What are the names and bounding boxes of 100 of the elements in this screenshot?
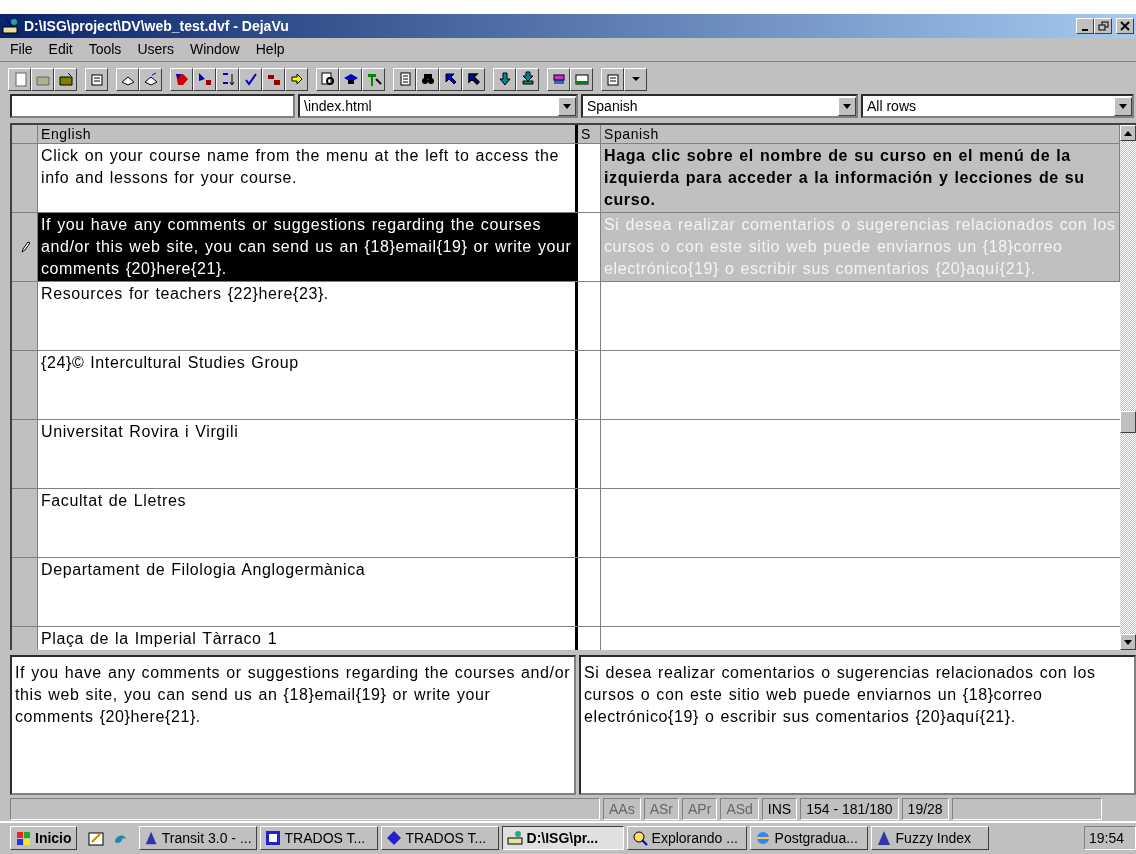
toolbar-button[interactable] <box>547 67 570 91</box>
toolbar-button[interactable] <box>170 67 193 91</box>
toolbar-button[interactable] <box>570 67 593 91</box>
menu-item[interactable]: Edit <box>40 39 81 60</box>
scroll-down-arrow-icon[interactable] <box>1124 639 1132 645</box>
toolbar-button[interactable] <box>239 67 262 91</box>
pyramid-icon <box>143 830 158 846</box>
arrow-up-left-icon <box>442 71 459 87</box>
toolbar-button[interactable] <box>262 67 285 91</box>
dropdown-arrow-icon[interactable] <box>1119 103 1127 109</box>
source-cell[interactable]: Resources for teachers {22}here{23}. <box>38 282 578 350</box>
close-button[interactable] <box>1116 18 1134 34</box>
restore-icon <box>1097 21 1109 31</box>
menu-item[interactable]: File <box>2 39 41 60</box>
windows-logo-icon <box>15 831 31 845</box>
toolbar-button[interactable] <box>462 67 485 91</box>
toolbar-button[interactable] <box>624 67 647 91</box>
diamond-icon <box>385 830 402 846</box>
source-cell[interactable]: Facultat de Lletres <box>38 489 578 557</box>
toolbar-button[interactable] <box>601 67 624 91</box>
restore-button[interactable] <box>1094 18 1112 34</box>
taskbar-button[interactable]: Explorando ... <box>626 826 747 850</box>
taskbar-button[interactable]: Transit 3.0 - ... <box>138 826 257 850</box>
toolbar-button[interactable] <box>139 67 162 91</box>
taskbar-button[interactable]: D:\ISG\pr... <box>501 826 624 850</box>
toolbar-button[interactable] <box>116 67 139 91</box>
folder-icon <box>57 71 74 87</box>
toolbar-button[interactable] <box>516 67 539 91</box>
arrow-down-icon <box>519 71 536 87</box>
column-header[interactable]: S <box>578 125 601 143</box>
target-cell[interactable]: Haga clic sobre el nombre de su curso en el menú de la izquierda para acceder a la información y lecciones de su curso. <box>601 144 1120 212</box>
arrow-down-icon <box>496 71 513 87</box>
taskbar-button[interactable]: Fuzzy Index <box>870 826 989 850</box>
pyramid-icon <box>875 830 892 846</box>
dropdown-arrow-icon[interactable] <box>563 103 571 109</box>
start-button[interactable]: Inicio <box>10 826 77 850</box>
scrollbar-thumb[interactable] <box>1120 411 1136 433</box>
menu-item[interactable]: Window <box>181 39 248 60</box>
app-icon <box>2 18 20 34</box>
graduation-cap-icon <box>342 71 359 87</box>
menu-item[interactable]: Help <box>247 39 293 60</box>
toolbar-button[interactable] <box>193 67 216 91</box>
toolbar-button[interactable] <box>362 67 385 91</box>
properties-icon <box>604 71 621 87</box>
status-panel: 154 - 181/180 <box>800 798 899 820</box>
globe-icon <box>754 830 771 846</box>
shapes-icon <box>196 71 213 87</box>
scroll-up-arrow-icon[interactable] <box>1124 130 1132 136</box>
binoculars-icon <box>419 71 436 87</box>
app-icon <box>506 830 523 846</box>
combo-box[interactable]: All rows <box>861 94 1134 118</box>
taskbar-button[interactable]: TRADOS T... <box>259 826 378 850</box>
scrollbar[interactable] <box>1120 125 1136 650</box>
arrow-up-left-icon <box>465 71 482 87</box>
toolbar-button[interactable] <box>31 67 54 91</box>
toolbar-button[interactable] <box>493 67 516 91</box>
menu-item[interactable]: Users <box>129 39 182 60</box>
text-field[interactable] <box>10 94 295 118</box>
source-cell[interactable]: Departament de Filologia Anglogermànica <box>38 558 578 626</box>
column-header[interactable]: English <box>38 125 578 143</box>
status-panel: ASr <box>643 798 680 820</box>
minimize-icon <box>1082 28 1088 31</box>
status-panel: ASd <box>720 798 759 820</box>
target-editor[interactable]: Si desea realizar comentarios o sugerencias relacionados con los cursos o con este sitio web puede enviarnos un {18}correo electrónico{19} o escribir sus comentarios {20}aquí{21}. <box>579 655 1136 795</box>
toolbar-button[interactable] <box>216 67 239 91</box>
text-cursor-icon <box>365 71 382 87</box>
clock: 19:54 <box>1084 826 1136 850</box>
close-icon <box>1119 21 1131 31</box>
toolbar-button[interactable] <box>393 67 416 91</box>
combo-box[interactable]: Spanish <box>581 94 858 118</box>
window-icon <box>264 830 281 846</box>
taskbar-button[interactable]: TRADOS T... <box>380 826 499 850</box>
toolbar-button[interactable] <box>285 67 308 91</box>
desktop-shortcut-icon[interactable] <box>87 830 104 846</box>
toolbar-button[interactable] <box>54 67 77 91</box>
spellcheck-icon <box>242 71 259 87</box>
toolbar-button[interactable] <box>439 67 462 91</box>
source-editor[interactable]: If you have any comments or suggestions regarding the courses and/or this web site, you can send us an {18}email{19} or write your comments {20}here{21}. <box>10 655 576 795</box>
minimize-button[interactable] <box>1076 18 1094 34</box>
status-panel: INS <box>761 798 798 820</box>
arrow-right-icon <box>288 71 305 87</box>
toolbar-button[interactable] <box>316 67 339 91</box>
properties-icon <box>88 71 105 87</box>
combo-box[interactable]: \index.html <box>298 94 578 118</box>
magnifier-icon <box>319 71 336 87</box>
taskbar-button[interactable]: Postgradua... <box>749 826 868 850</box>
toolbar-button[interactable] <box>8 67 31 91</box>
status-panel: AAs <box>603 798 641 820</box>
status-panel: 19/28 <box>901 798 949 820</box>
menu-item[interactable]: Tools <box>80 39 130 60</box>
toolbar-button[interactable] <box>416 67 439 91</box>
source-cell[interactable]: Universitat Rovira i Virgili <box>38 420 578 488</box>
source-cell[interactable]: {24}© Intercultural Studies Group <box>38 351 578 419</box>
toolbar-button[interactable] <box>339 67 362 91</box>
toolbar-button[interactable] <box>85 67 108 91</box>
window-title: D:\ISG\project\DV\web_test.dvf - DejaVu <box>24 16 289 36</box>
shape-icon <box>173 71 190 87</box>
source-cell[interactable]: If you have any comments or suggestions regarding the courses and/or this web site, you can send us an {18}email{19} or write your comments {20}here{21}. <box>38 213 578 281</box>
dropdown-arrow-icon[interactable] <box>843 103 851 109</box>
status-panel: APr <box>682 798 718 820</box>
